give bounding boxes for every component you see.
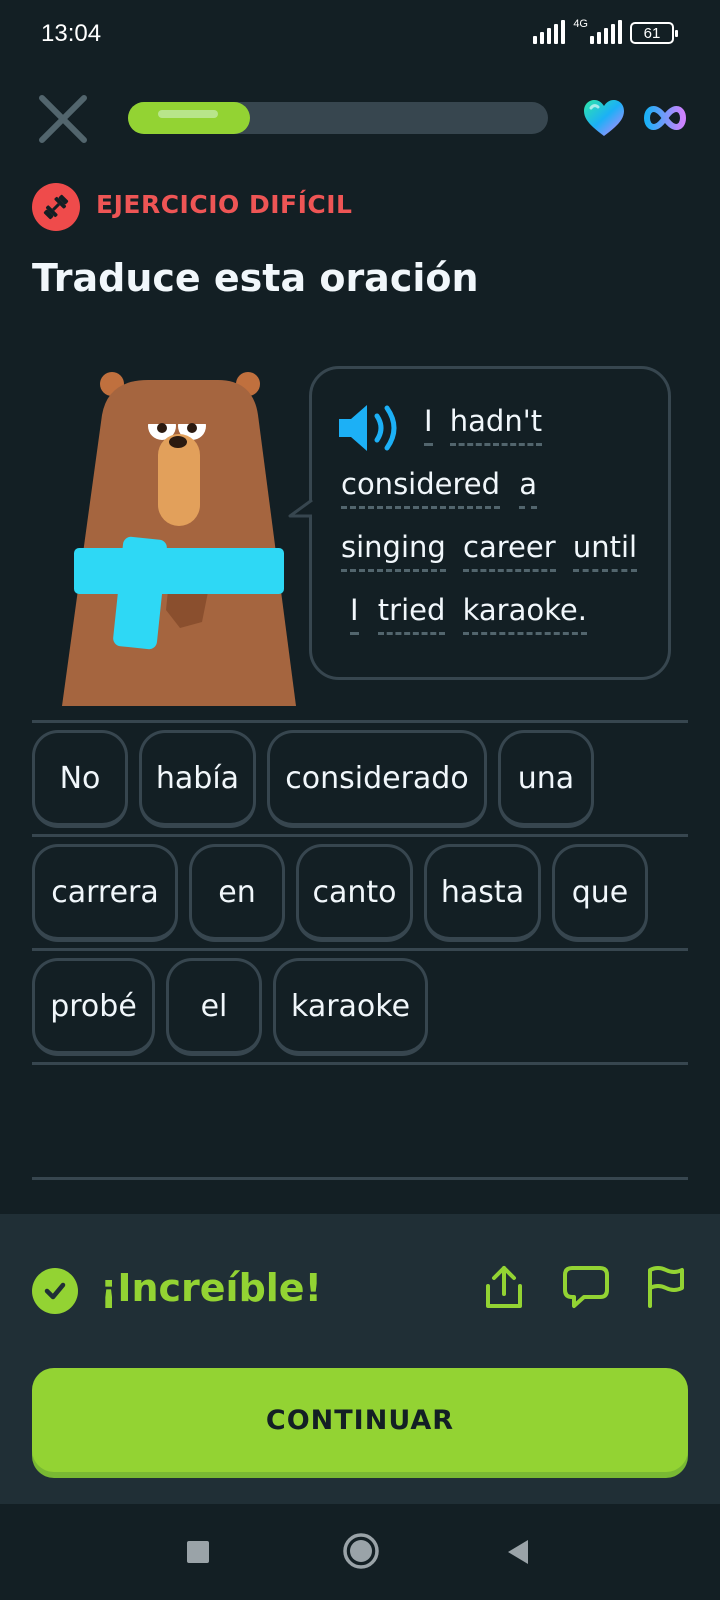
bear-character-illustration: [62, 372, 296, 706]
sentence-word[interactable]: karaoke.: [462, 593, 587, 635]
dumbbell-icon: [43, 194, 69, 220]
battery-level: 61: [643, 24, 661, 42]
signal-icon: [533, 18, 566, 44]
sentence-word[interactable]: I: [424, 404, 433, 446]
answer-line: [32, 1062, 688, 1065]
speaker-icon: [339, 405, 397, 451]
sentence-word[interactable]: singing: [341, 530, 446, 572]
share-icon: [486, 1266, 522, 1308]
speech-bubble-tail: [288, 498, 313, 518]
answer-word-chip[interactable]: que: [552, 844, 648, 942]
signal-icon-2: [590, 18, 622, 44]
play-audio-button[interactable]: [337, 402, 403, 454]
back-icon: [508, 1540, 528, 1564]
progress-shine: [158, 110, 218, 118]
recent-apps-button[interactable]: [186, 1540, 210, 1568]
home-icon: [343, 1533, 379, 1569]
answer-word-chip[interactable]: el: [166, 958, 262, 1056]
answer-word-chip[interactable]: había: [139, 730, 256, 828]
infinity-button[interactable]: [643, 104, 687, 132]
answer-line: [32, 948, 688, 951]
answer-word-chip[interactable]: hasta: [424, 844, 541, 942]
comment-button[interactable]: [562, 1264, 610, 1310]
answer-word-chip[interactable]: canto: [296, 844, 413, 942]
sentence-line-4: I tried karaoke.: [350, 593, 587, 635]
sentence-word[interactable]: considered: [341, 467, 501, 509]
status-icons: 4G 61: [533, 18, 678, 44]
sentence-word[interactable]: hadn't: [449, 404, 543, 446]
sentence-word[interactable]: a: [519, 467, 538, 509]
answer-word-chip[interactable]: No: [32, 730, 128, 828]
sentence-word[interactable]: career: [463, 530, 556, 572]
sentence-line-1: I hadn't: [424, 404, 543, 446]
answer-line: [32, 720, 688, 723]
progress-fill: [128, 102, 250, 134]
checkmark-glyph: [44, 1282, 66, 1300]
report-button[interactable]: [644, 1264, 688, 1310]
answer-word-chip[interactable]: carrera: [32, 844, 178, 942]
infinity-icon: [643, 105, 687, 131]
hard-exercise-label: EJERCICIO DIFÍCIL: [96, 190, 353, 219]
close-icon: [39, 95, 87, 143]
comment-icon: [563, 1266, 609, 1308]
progress-bar: [128, 102, 548, 134]
sentence-line-3: singing career until: [341, 530, 638, 572]
close-button[interactable]: [36, 92, 90, 146]
feedback-message: ¡Increíble!: [100, 1266, 322, 1310]
status-bar: 13:04 4G 61: [0, 0, 720, 70]
square-icon: [187, 1541, 209, 1563]
network-type: 4G: [573, 18, 588, 30]
share-button[interactable]: [482, 1264, 526, 1310]
check-icon: [32, 1268, 78, 1314]
answer-word-chip[interactable]: en: [189, 844, 285, 942]
answer-line: [32, 834, 688, 837]
answer-word-chip[interactable]: probé: [32, 958, 155, 1056]
continue-button[interactable]: CONTINUAR: [32, 1368, 688, 1472]
status-time: 13:04: [41, 20, 102, 47]
flag-icon: [648, 1266, 684, 1308]
back-button[interactable]: [506, 1538, 530, 1570]
home-button[interactable]: [342, 1532, 380, 1574]
sentence-word[interactable]: until: [572, 530, 638, 572]
hard-exercise-badge: [32, 183, 80, 231]
page-title: Traduce esta oración: [32, 256, 479, 300]
sentence-word[interactable]: tried: [377, 593, 446, 635]
hearts-button[interactable]: [582, 98, 626, 138]
answer-line: [32, 1177, 688, 1180]
battery-icon: 61: [630, 22, 678, 44]
sentence-line-2: considered a: [341, 467, 538, 509]
sentence-word[interactable]: I: [350, 593, 359, 635]
answer-word-chip[interactable]: considerado: [267, 730, 487, 828]
answer-word-chip[interactable]: karaoke: [273, 958, 428, 1056]
heart-icon: [584, 100, 624, 136]
answer-word-chip[interactable]: una: [498, 730, 594, 828]
